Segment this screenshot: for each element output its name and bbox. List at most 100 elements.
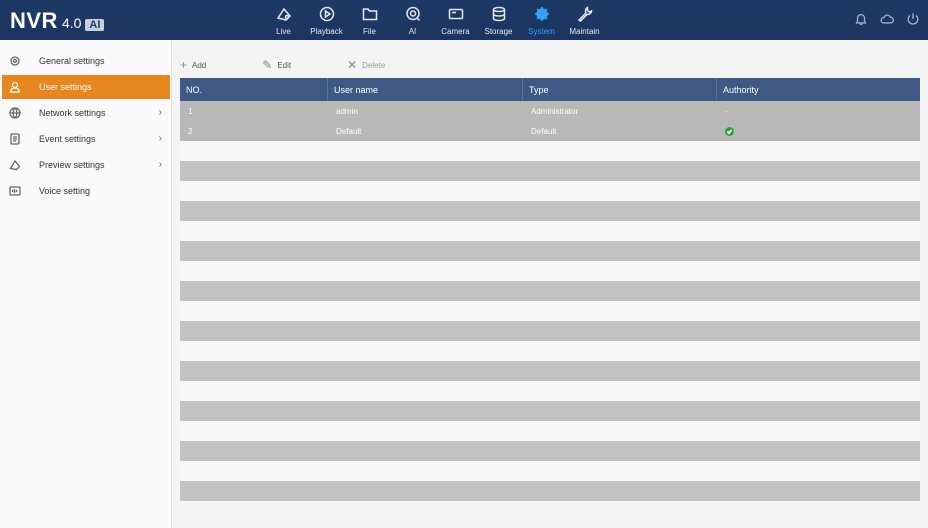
nav-label: System — [528, 27, 555, 36]
edit-icon: ✎ — [262, 58, 273, 72]
cell-user-name: Default — [336, 126, 362, 136]
app-name: NVR — [10, 8, 58, 33]
sidebar-item-network-settings[interactable]: Network settings › — [0, 101, 171, 125]
empty-table-row — [180, 381, 920, 401]
empty-table-row — [180, 321, 920, 341]
nav-ai[interactable]: AI — [391, 0, 434, 40]
column-header-authority[interactable]: Authority — [717, 78, 920, 101]
add-button[interactable]: + Add — [180, 58, 206, 72]
column-header-type[interactable]: Type — [523, 78, 717, 101]
column-header-no[interactable]: NO. — [180, 78, 328, 101]
empty-table-row — [180, 401, 920, 421]
empty-table-row — [180, 241, 920, 261]
cell-authority[interactable] — [717, 126, 920, 136]
sidebar-item-label: Event settings — [39, 134, 96, 144]
delete-button[interactable]: ✕ Delete — [347, 58, 385, 72]
power-icon[interactable] — [906, 12, 920, 31]
user-table: NO. User name Type Authority 1 admin Adm… — [180, 78, 920, 501]
sidebar-item-label: Preview settings — [39, 160, 105, 170]
nav-playback[interactable]: Playback — [305, 0, 348, 40]
empty-table-row — [180, 261, 920, 281]
sidebar-item-event-settings[interactable]: Event settings › — [0, 127, 171, 151]
main-nav: Live Playback File AI Camera Storage Sys… — [262, 0, 606, 40]
nav-system[interactable]: System — [520, 0, 563, 40]
sidebar-item-label: Voice setting — [39, 186, 91, 196]
top-bar: NVR 4.0 AI Live Playback File AI Camera … — [0, 0, 928, 40]
close-icon: ✕ — [347, 58, 358, 72]
nav-label: Storage — [484, 27, 513, 36]
cell-authority: - — [725, 106, 728, 116]
nav-maintain[interactable]: Maintain — [563, 0, 606, 40]
sidebar: General settings User settings Network s… — [0, 40, 172, 528]
empty-table-row — [180, 201, 920, 221]
empty-table-row — [180, 461, 920, 481]
empty-table-row — [180, 421, 920, 441]
sidebar-item-general-settings[interactable]: General settings — [0, 49, 171, 73]
general-settings-icon — [8, 54, 22, 68]
nav-file[interactable]: File — [348, 0, 391, 40]
storage-icon — [490, 5, 508, 23]
cell-type: Administrator — [531, 106, 579, 116]
empty-table-row — [180, 221, 920, 241]
user-icon — [8, 80, 22, 94]
sidebar-item-user-settings[interactable]: User settings — [2, 75, 170, 99]
app-version: 4.0 — [61, 15, 82, 31]
bell-icon[interactable] — [854, 12, 868, 31]
cloud-icon[interactable] — [880, 12, 894, 31]
live-icon — [275, 5, 293, 23]
chevron-right-icon: › — [158, 107, 162, 118]
edit-label: Edit — [277, 60, 292, 70]
top-right-controls — [854, 12, 920, 31]
nav-label: File — [363, 27, 376, 36]
cell-no: 2 — [188, 126, 193, 136]
sidebar-item-label: General settings — [39, 56, 105, 66]
column-header-user-name[interactable]: User name — [328, 78, 523, 101]
nav-label: AI — [408, 27, 417, 36]
wrench-icon — [576, 5, 594, 23]
sidebar-item-voice-setting[interactable]: Voice setting — [0, 179, 171, 203]
empty-table-row — [180, 341, 920, 361]
chevron-right-icon: › — [158, 133, 162, 144]
nav-live[interactable]: Live — [262, 0, 305, 40]
empty-table-row — [180, 301, 920, 321]
cell-no: 1 — [188, 106, 193, 116]
sidebar-item-label: Network settings — [39, 108, 106, 118]
authority-check-icon[interactable] — [725, 126, 734, 136]
empty-table-row — [180, 141, 920, 161]
toolbar: + Add ✎ Edit ✕ Delete — [180, 55, 441, 75]
nav-label: Maintain — [569, 27, 600, 36]
sidebar-item-preview-settings[interactable]: Preview settings › — [0, 153, 171, 177]
table-row[interactable]: 1 admin Administrator - — [180, 101, 920, 121]
playback-icon — [318, 5, 336, 23]
voice-icon — [8, 184, 22, 198]
add-label: Add — [192, 60, 207, 70]
nav-label: Camera — [441, 27, 470, 36]
empty-table-row — [180, 161, 920, 181]
empty-table-row — [180, 181, 920, 201]
camera-icon — [447, 5, 465, 23]
preview-icon — [8, 158, 22, 172]
folder-icon — [361, 5, 379, 23]
nav-storage[interactable]: Storage — [477, 0, 520, 40]
cell-user-name: admin — [336, 106, 358, 116]
empty-table-row — [180, 441, 920, 461]
event-icon — [8, 132, 22, 146]
table-row[interactable]: 2 Default Default — [180, 121, 920, 141]
app-logo: NVR 4.0 AI — [10, 8, 105, 34]
delete-label: Delete — [362, 60, 386, 70]
nav-label: Playback — [310, 27, 343, 36]
plus-icon: + — [180, 58, 188, 72]
empty-rows — [180, 141, 920, 501]
cell-type: Default — [531, 126, 557, 136]
table-header: NO. User name Type Authority — [180, 78, 920, 101]
empty-table-row — [180, 281, 920, 301]
app-badge: AI — [85, 19, 105, 31]
chevron-right-icon: › — [158, 159, 162, 170]
empty-table-row — [180, 481, 920, 501]
edit-button[interactable]: ✎ Edit — [262, 58, 291, 72]
empty-table-row — [180, 361, 920, 381]
gear-icon — [533, 5, 551, 23]
nav-label: Live — [276, 27, 291, 36]
ai-icon — [404, 5, 422, 23]
nav-camera[interactable]: Camera — [434, 0, 477, 40]
